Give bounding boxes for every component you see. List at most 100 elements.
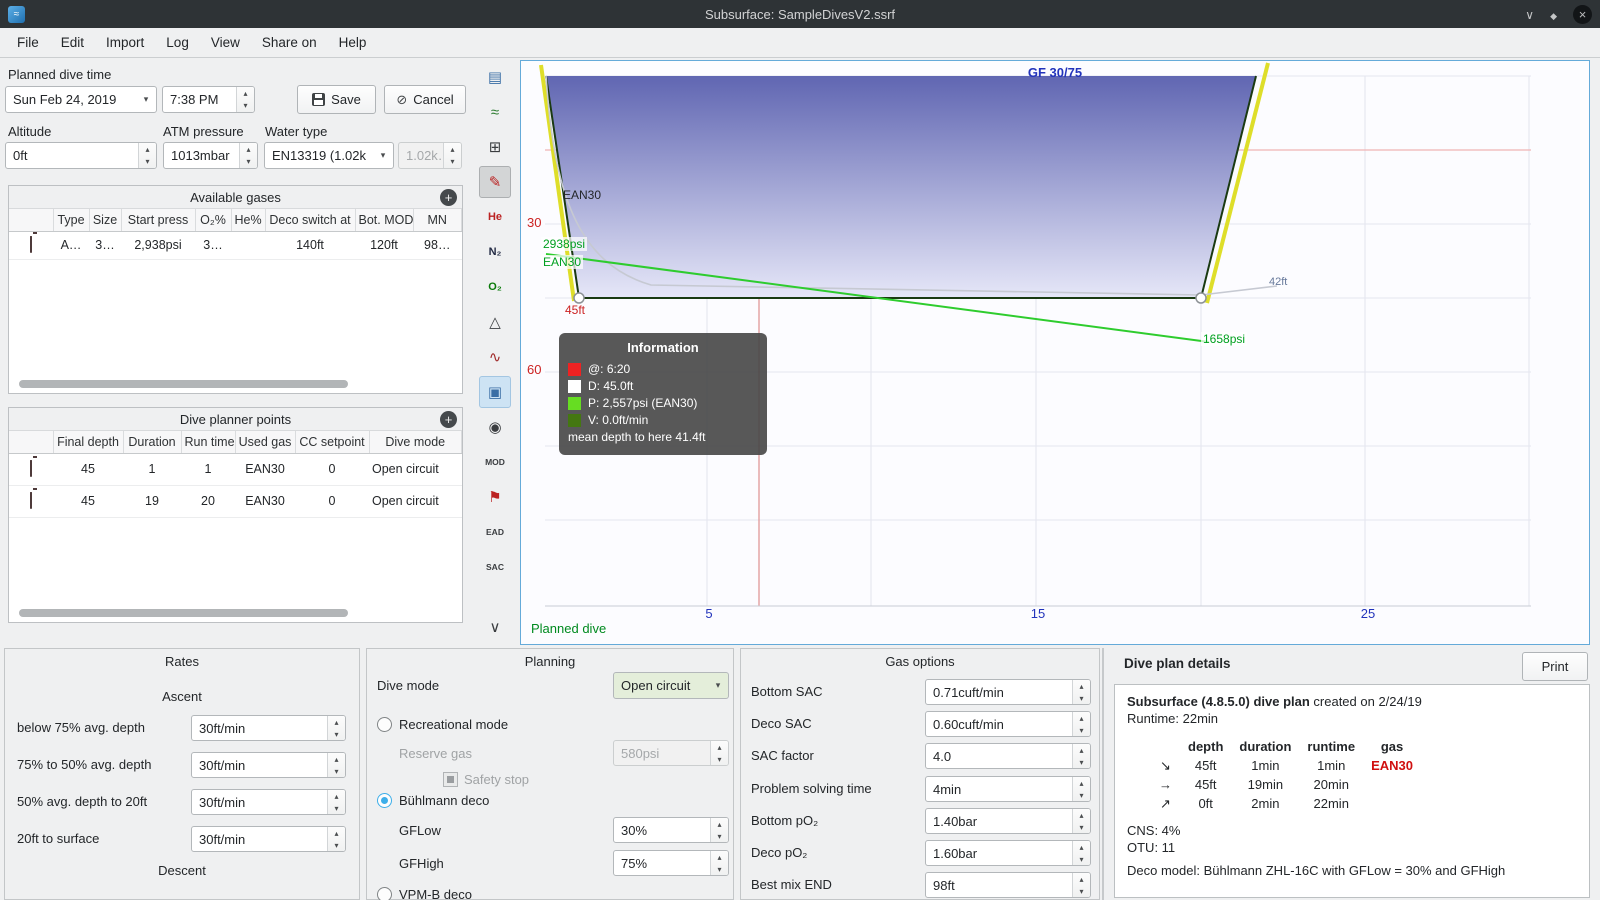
- heart-rate-icon[interactable]: ∿: [479, 341, 511, 373]
- add-point-button[interactable]: [440, 411, 457, 428]
- rate-spinbox-1[interactable]: 30ft/min: [191, 715, 346, 741]
- spinner-arrows-icon[interactable]: [236, 87, 254, 112]
- mod-icon[interactable]: MOD: [479, 446, 511, 478]
- best-mix-end-spinbox[interactable]: 98ft: [925, 872, 1091, 898]
- water-type-combobox[interactable]: EN13319 (1.02k: [264, 142, 394, 169]
- spinner-arrows-icon[interactable]: [710, 818, 728, 842]
- vpmb-radio[interactable]: [377, 887, 392, 900]
- deco-sac-spinbox[interactable]: 0.60cuft/min: [925, 711, 1091, 737]
- menu-file[interactable]: File: [6, 28, 50, 57]
- print-button[interactable]: Print: [1522, 652, 1588, 681]
- gas-col-o2[interactable]: O₂%: [195, 209, 232, 232]
- spinner-arrows-icon[interactable]: [1072, 809, 1090, 833]
- dive-mode-combobox[interactable]: Open circuit: [613, 672, 729, 699]
- shade-icon[interactable]: [1525, 7, 1534, 22]
- spinner-arrows-icon[interactable]: [1072, 777, 1090, 801]
- bottom-po2-spinbox[interactable]: 1.40bar: [925, 808, 1091, 834]
- spinner-arrows-icon[interactable]: [327, 753, 345, 777]
- gas-change-icon[interactable]: ◉: [479, 411, 511, 443]
- chevron-down-icon[interactable]: [373, 143, 393, 168]
- dive-info-icon[interactable]: ▤: [479, 61, 511, 93]
- runner-icon[interactable]: ⚑: [479, 481, 511, 513]
- spinner-arrows-icon[interactable]: [327, 716, 345, 740]
- menu-import[interactable]: Import: [95, 28, 155, 57]
- vpmb-label[interactable]: VPM-B deco: [399, 887, 472, 900]
- profile-handle[interactable]: [573, 292, 585, 304]
- helium-icon[interactable]: He: [479, 201, 511, 233]
- spinner-arrows-icon[interactable]: [327, 790, 345, 814]
- gas-col-type[interactable]: Type: [53, 209, 90, 232]
- menu-share-on[interactable]: Share on: [251, 28, 328, 57]
- altitude-spinbox[interactable]: 0ft: [5, 142, 157, 169]
- spinner-arrows-icon[interactable]: [1072, 744, 1090, 768]
- gas-col-mnd[interactable]: MN: [413, 209, 462, 232]
- scrollbar-thumb[interactable]: [19, 609, 349, 617]
- point-col-mode[interactable]: Dive mode: [369, 431, 462, 454]
- spinner-arrows-icon[interactable]: [1072, 680, 1090, 704]
- spinner-arrows-icon[interactable]: [1072, 873, 1090, 897]
- point-col-runtime[interactable]: Run time: [181, 431, 236, 454]
- spinner-arrows-icon[interactable]: [239, 143, 257, 168]
- delete-point-button[interactable]: [9, 485, 53, 518]
- delete-gas-button[interactable]: [9, 231, 53, 260]
- trim-icon[interactable]: ⊞: [479, 131, 511, 163]
- menu-help[interactable]: Help: [328, 28, 378, 57]
- photos-icon[interactable]: ▣: [479, 376, 511, 408]
- gfhigh-spinbox[interactable]: 75%: [613, 850, 729, 876]
- point-row[interactable]: 45 19 20 EAN30 0 Open circuit: [9, 485, 462, 518]
- dive-profile-chart[interactable]: GF 30/75 30 60 5 15 25 EAN30 2938psi EAN…: [520, 60, 1590, 645]
- restore-icon[interactable]: [1550, 7, 1557, 22]
- chevron-down-icon[interactable]: [136, 87, 156, 112]
- menu-log[interactable]: Log: [155, 28, 200, 57]
- point-col-setpoint[interactable]: CC setpoint: [295, 431, 370, 454]
- spinner-arrows-icon[interactable]: [1072, 712, 1090, 736]
- rate-spinbox-3[interactable]: 30ft/min: [191, 789, 346, 815]
- gases-horizontal-scrollbar[interactable]: [19, 380, 452, 388]
- ead-icon[interactable]: EAD: [479, 516, 511, 548]
- gas-col-bot-mod[interactable]: Bot. MOD: [355, 209, 414, 232]
- buhlmann-label[interactable]: Bühlmann deco: [399, 793, 489, 808]
- scrollbar-thumb[interactable]: [19, 380, 349, 388]
- buhlmann-radio[interactable]: [377, 793, 392, 808]
- tissues-icon[interactable]: △: [479, 306, 511, 338]
- delete-point-button[interactable]: [9, 453, 53, 486]
- gas-col-deco-switch[interactable]: Deco switch at: [265, 209, 356, 232]
- scroll-down-icon[interactable]: ∨: [479, 611, 511, 643]
- panel-splitter[interactable]: [1102, 648, 1104, 900]
- cancel-button[interactable]: Cancel: [384, 85, 466, 114]
- scuba-diver-icon[interactable]: ≈: [479, 96, 511, 128]
- oxygen-icon[interactable]: O₂: [479, 271, 511, 303]
- edit-profile-icon[interactable]: ✎: [479, 166, 511, 198]
- spinner-arrows-icon[interactable]: [1072, 841, 1090, 865]
- sac-icon[interactable]: SAC: [479, 551, 511, 583]
- deco-po2-spinbox[interactable]: 1.60bar: [925, 840, 1091, 866]
- profile-handle[interactable]: [1195, 292, 1207, 304]
- point-col-duration[interactable]: Duration: [123, 431, 182, 454]
- point-row[interactable]: 45 1 1 EAN30 0 Open circuit: [9, 453, 462, 486]
- save-button[interactable]: Save: [297, 85, 376, 114]
- spinner-arrows-icon[interactable]: [138, 143, 156, 168]
- problem-time-spinbox[interactable]: 4min: [925, 776, 1091, 802]
- time-spinbox[interactable]: 7:38 PM: [162, 86, 255, 113]
- sac-factor-spinbox[interactable]: 4.0: [925, 743, 1091, 769]
- gas-col-size[interactable]: Size: [89, 209, 122, 232]
- menu-view[interactable]: View: [200, 28, 251, 57]
- nitrogen-icon[interactable]: N₂: [479, 236, 511, 268]
- gas-col-start-press[interactable]: Start press: [121, 209, 196, 232]
- gas-row[interactable]: A… 3… 2,938psi 3… 140ft 120ft 98…: [9, 231, 462, 260]
- point-col-depth[interactable]: Final depth: [53, 431, 124, 454]
- spinner-arrows-icon[interactable]: [710, 851, 728, 875]
- recreational-label[interactable]: Recreational mode: [399, 717, 508, 732]
- spinner-arrows-icon[interactable]: [327, 827, 345, 851]
- chevron-down-icon[interactable]: [708, 673, 728, 698]
- gflow-spinbox[interactable]: 30%: [613, 817, 729, 843]
- date-combobox[interactable]: Sun Feb 24, 2019: [5, 86, 157, 113]
- recreational-radio[interactable]: [377, 717, 392, 732]
- point-col-gas[interactable]: Used gas: [235, 431, 296, 454]
- add-gas-button[interactable]: [440, 189, 457, 206]
- points-horizontal-scrollbar[interactable]: [19, 609, 452, 617]
- bottom-sac-spinbox[interactable]: 0.71cuft/min: [925, 679, 1091, 705]
- close-icon[interactable]: [1573, 4, 1592, 24]
- menu-edit[interactable]: Edit: [50, 28, 95, 57]
- atm-pressure-spinbox[interactable]: 1013mbar: [163, 142, 258, 169]
